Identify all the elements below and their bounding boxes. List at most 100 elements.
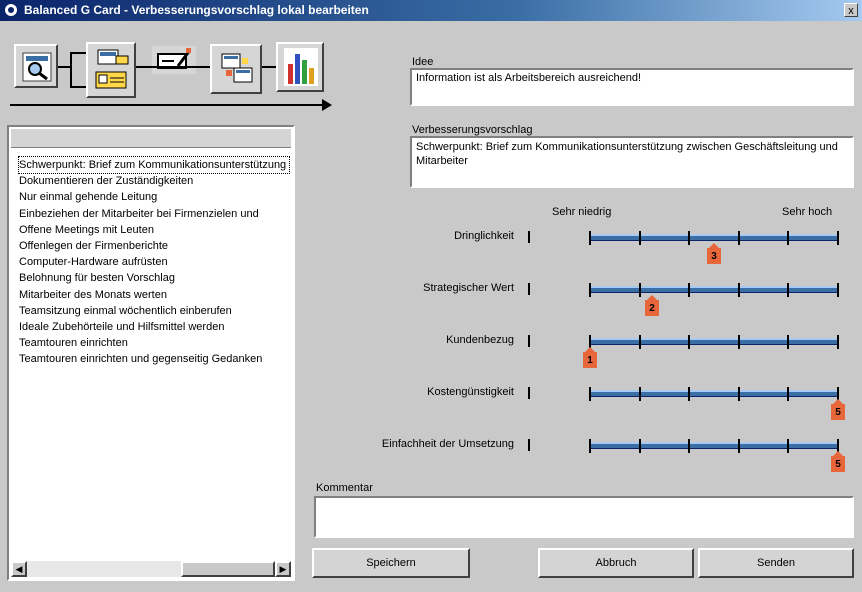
slider-tick — [688, 335, 691, 349]
slider-tick — [688, 439, 691, 453]
slider-tick — [737, 283, 740, 297]
slider-tick — [787, 283, 790, 297]
rating-separator — [528, 335, 530, 347]
scale-low-label: Sehr niedrig — [552, 206, 612, 218]
close-button[interactable]: x — [844, 3, 858, 17]
title-bar: Balanced G Card - Verbesserungsvorschlag… — [0, 0, 862, 21]
workflow-icon — [95, 49, 129, 89]
arrow-right-icon — [322, 99, 332, 111]
horizontal-scrollbar[interactable]: ◀ ▶ — [11, 561, 291, 577]
slider-tick — [737, 231, 740, 245]
scroll-thumb[interactable] — [181, 561, 275, 577]
list-header — [11, 129, 291, 148]
list-item[interactable]: Teamtouren einrichten und gegenseitig Ge… — [19, 351, 289, 367]
slider-tick — [688, 283, 691, 297]
rating-slider-track[interactable] — [590, 234, 838, 241]
proposal-list[interactable]: Schwerpunkt: Brief zum Kommunikationsunt… — [7, 125, 295, 581]
slider-tick — [787, 439, 790, 453]
cancel-button[interactable]: Abbruch — [538, 548, 694, 578]
slider-tick — [837, 231, 839, 245]
slider-tick — [688, 231, 691, 245]
scroll-left-button[interactable]: ◀ — [11, 561, 27, 577]
rating-label: Dringlichkeit — [454, 230, 514, 242]
slider-tick — [638, 283, 641, 297]
edit-form-icon — [157, 48, 192, 69]
slider-tick — [787, 387, 790, 401]
flow-connector — [70, 52, 86, 54]
slider-tick — [638, 387, 641, 401]
list-item[interactable]: Teamsitzung einmal wöchentlich einberufe… — [19, 303, 289, 319]
proposal-label: Verbesserungsvorschlag — [412, 124, 533, 136]
rating-label: Einfachheit der Umsetzung — [381, 438, 514, 450]
transfer-icon — [221, 53, 253, 83]
toolbar-edit-button[interactable] — [152, 46, 196, 74]
slider-tick — [638, 335, 641, 349]
slider-tick — [837, 335, 839, 349]
flow-connector — [58, 66, 70, 68]
slider-tick — [589, 387, 591, 401]
slider-tick — [837, 283, 839, 297]
rating-slider-thumb[interactable]: 5 — [831, 451, 845, 472]
comment-field[interactable] — [314, 496, 854, 538]
flow-connector — [70, 52, 72, 88]
rating-separator — [528, 387, 530, 399]
list-item[interactable]: Mitarbeiter des Monats werten — [19, 287, 289, 303]
slider-tick — [589, 231, 591, 245]
list-item[interactable]: Schwerpunkt: Brief zum Kommunikationsunt… — [18, 156, 290, 174]
proposal-field[interactable]: Schwerpunkt: Brief zum Kommunikationsunt… — [410, 136, 854, 188]
comment-label: Kommentar — [316, 482, 373, 494]
rating-slider-track[interactable] — [590, 390, 838, 397]
rating-label: Strategischer Wert — [423, 282, 514, 294]
list-item[interactable]: Offene Meetings mit Leuten — [19, 222, 289, 238]
bar-chart-icon — [284, 48, 318, 86]
slider-tick — [638, 231, 641, 245]
idea-label: Idee — [412, 56, 434, 68]
rating-slider-thumb[interactable]: 1 — [583, 347, 597, 368]
slider-tick — [589, 283, 591, 297]
list-item[interactable]: Teamtouren einrichten — [19, 335, 289, 351]
arrow-left-icon: ◀ — [15, 564, 23, 574]
rating-slider-thumb[interactable]: 5 — [831, 399, 845, 420]
slider-tick — [787, 231, 790, 245]
list-item[interactable]: Computer-Hardware aufrüsten — [19, 254, 289, 270]
send-button[interactable]: Senden — [698, 548, 854, 578]
rating-separator — [528, 439, 530, 451]
toolbar-transfer-button[interactable] — [210, 44, 262, 94]
flow-connector — [136, 66, 210, 68]
idea-field[interactable]: Information ist als Arbeitsbereich ausre… — [410, 68, 854, 106]
rating-slider-thumb[interactable]: 2 — [645, 295, 659, 316]
slider-tick — [737, 335, 740, 349]
toolbar-workflow-button[interactable] — [86, 42, 136, 98]
list-item[interactable]: Dokumentieren der Zuständigkeiten — [19, 173, 289, 189]
flow-connector — [70, 86, 86, 88]
list-item[interactable]: Ideale Zubehörteile und Hilfsmittel werd… — [19, 319, 289, 335]
list-item[interactable]: Offenlegen der Firmenberichte — [19, 238, 289, 254]
rating-label: Kundenbezug — [446, 334, 514, 346]
scale-high-label: Sehr hoch — [782, 206, 833, 218]
slider-tick — [688, 387, 691, 401]
toolbar-search-button[interactable] — [14, 44, 58, 88]
list-item[interactable]: Nur einmal gehende Leitung — [19, 189, 289, 205]
list-item[interactable]: Einbeziehen der Mitarbeiter bei Firmenzi… — [19, 206, 289, 222]
toolbar-chart-button[interactable] — [276, 42, 324, 92]
arrow-right-icon: ▶ — [279, 564, 287, 574]
scroll-right-button[interactable]: ▶ — [275, 561, 291, 577]
save-button[interactable]: Speichern — [312, 548, 470, 578]
list-item[interactable]: Belohnung für besten Vorschlag — [19, 270, 289, 286]
magnifier-icon — [22, 52, 52, 82]
rating-slider-track[interactable] — [590, 286, 838, 293]
rating-slider-track[interactable] — [590, 442, 838, 449]
rating-separator — [528, 231, 530, 243]
window-title: Balanced G Card - Verbesserungsvorschlag… — [24, 3, 369, 17]
slider-tick — [737, 387, 740, 401]
slider-tick — [638, 439, 641, 453]
rating-label: Kostengünstigkeit — [427, 386, 514, 398]
rating-slider-thumb[interactable]: 3 — [707, 243, 721, 264]
rating-slider-track[interactable] — [590, 338, 838, 345]
slider-tick — [787, 335, 790, 349]
slider-tick — [589, 439, 591, 453]
workflow-arrow-line — [10, 104, 328, 106]
rating-separator — [528, 283, 530, 295]
app-icon — [4, 3, 18, 17]
slider-tick — [737, 439, 740, 453]
